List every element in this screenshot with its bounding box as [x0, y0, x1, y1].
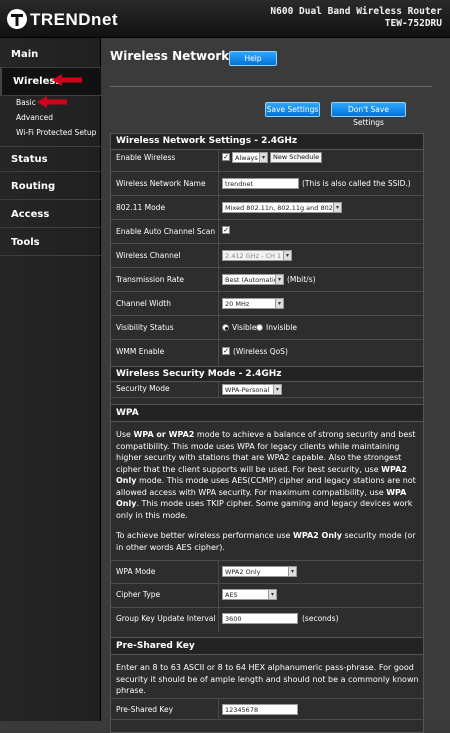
psk-input[interactable]: 12345678	[222, 704, 298, 715]
psk-label: Pre-Shared Key	[116, 705, 174, 714]
rate-unit: (Mbit/s)	[287, 275, 316, 284]
rate-label: Transmission Rate	[116, 275, 185, 284]
row-enable-wireless: Enable Wireless ✓ Always ▾ New Schedule	[111, 150, 423, 172]
row-wireless-channel: Wireless Channel 2.412 GHz - CH 1 ▾	[111, 244, 423, 268]
visibility-label: Visibility Status	[116, 323, 174, 332]
mode-label: 802.11 Mode	[116, 203, 166, 212]
svg-text:TRENDnet: TRENDnet	[30, 10, 118, 29]
product-line-1: N600 Dual Band Wireless Router	[270, 6, 442, 17]
new-schedule-button[interactable]: New Schedule	[270, 152, 323, 163]
80211-mode-select[interactable]: Mixed 802.11n, 802.11g and 802.11b ▾	[222, 202, 342, 213]
chevron-down-icon: ▾	[259, 153, 267, 162]
row-auto-channel: Enable Auto Channel Scan ✓	[111, 220, 423, 244]
row-group-key: Group Key Update Interval 3600 (seconds)	[111, 608, 423, 632]
invisible-radio[interactable]	[256, 324, 263, 331]
sidebar-item-wireless[interactable]: Wireless	[0, 68, 101, 96]
psk-description: Enter an 8 to 63 ASCII or 8 to 64 HEX al…	[116, 663, 419, 695]
settings-panel: Wireless Network Settings - 2.4GHz Enabl…	[110, 133, 424, 733]
row-80211-mode: 802.11 Mode Mixed 802.11n, 802.11g and 8…	[111, 196, 423, 220]
cipher-type-label: Cipher Type	[116, 590, 161, 599]
wpa-mode-select[interactable]: WPA2 Only ▾	[222, 566, 297, 577]
sidebar-item-routing[interactable]: Routing	[0, 174, 101, 200]
network-name-label: Wireless Network Name	[116, 179, 206, 188]
product-model: TEW-752DRU	[384, 18, 442, 29]
sidebar-item-label: Status	[11, 153, 48, 165]
chevron-down-icon: ▾	[275, 299, 283, 308]
schedule-select[interactable]: Always ▾	[232, 152, 268, 163]
chevron-down-icon: ▾	[283, 251, 291, 260]
help-button[interactable]: Help	[229, 51, 277, 66]
save-settings-button[interactable]: Save Settings	[265, 102, 320, 117]
row-security-mode: Security Mode WPA-Personal ▾	[111, 382, 423, 398]
sidebar: Main Wireless Basic Advanced Wi-Fi Prote…	[0, 38, 101, 721]
section-heading-wpa: WPA	[111, 404, 423, 422]
section-heading-psk: Pre-Shared Key	[111, 637, 423, 655]
annotation-arrow-wireless-icon	[52, 74, 82, 86]
group-key-input[interactable]: 3600	[222, 613, 298, 624]
chevron-down-icon: ▾	[268, 590, 276, 599]
wpa-mode-label: WPA Mode	[116, 567, 156, 576]
row-wpa-mode: WPA Mode WPA2 Only ▾	[111, 560, 423, 584]
visible-radio[interactable]	[222, 324, 229, 331]
product-name: N600 Dual Band Wireless Router TEW-752DR…	[270, 6, 442, 30]
sidebar-subitem-wps[interactable]: Wi-Fi Protected Setup	[16, 128, 96, 137]
wpa-description: Use WPA or WPA2 mode to achieve a balanc…	[116, 430, 416, 520]
group-key-label: Group Key Update Interval	[116, 614, 216, 623]
group-key-unit: (seconds)	[302, 614, 339, 623]
wmm-note: (Wireless QoS)	[233, 347, 288, 356]
trendnet-logo: TRENDnet	[7, 9, 118, 29]
auto-channel-label: Enable Auto Channel Scan	[116, 227, 216, 236]
sidebar-item-status[interactable]: Status	[0, 146, 101, 172]
sidebar-item-label: Main	[11, 49, 39, 60]
page-title: Wireless Network	[110, 49, 230, 63]
sidebar-item-main[interactable]: Main	[0, 42, 101, 68]
row-visibility: Visibility Status Visible Invisible	[111, 316, 423, 340]
main-content: Wireless Network Help Save Settings Don'…	[102, 38, 450, 733]
sidebar-subitem-advanced[interactable]: Advanced	[16, 113, 53, 122]
annotation-arrow-basic-icon	[37, 96, 67, 108]
wmm-checkbox[interactable]: ✓	[222, 347, 230, 355]
row-wmm: WMM Enable ✓ (Wireless QoS)	[111, 340, 423, 366]
chevron-down-icon: ▾	[288, 567, 296, 576]
security-mode-label: Security Mode	[116, 384, 170, 393]
chevron-down-icon: ▾	[333, 203, 341, 212]
width-label: Channel Width	[116, 299, 171, 308]
sidebar-item-label: Routing	[11, 181, 56, 192]
wpa-tip: To achieve better wireless performance u…	[116, 531, 416, 552]
sidebar-item-tools[interactable]: Tools	[0, 230, 101, 256]
channel-label: Wireless Channel	[116, 251, 181, 260]
row-psk: Pre-Shared Key 12345678	[111, 698, 423, 720]
sidebar-subitem-basic[interactable]: Basic	[16, 98, 36, 107]
transmission-rate-select[interactable]: Best (Automatic) ▾	[222, 274, 284, 285]
sidebar-item-access[interactable]: Access	[0, 202, 101, 228]
wmm-label: WMM Enable	[116, 347, 165, 356]
network-name-input[interactable]: trendnet	[222, 178, 299, 189]
invisible-label: Invisible	[266, 323, 297, 332]
header: TRENDnet N600 Dual Band Wireless Router …	[0, 0, 450, 38]
section-heading-wireless-settings: Wireless Network Settings - 2.4GHz	[111, 134, 423, 150]
divider	[110, 86, 432, 87]
enable-wireless-checkbox[interactable]: ✓	[222, 153, 230, 161]
row-transmission-rate: Transmission Rate Best (Automatic) ▾ (Mbi…	[111, 268, 423, 292]
section-heading-security-mode: Wireless Security Mode - 2.4GHz	[111, 366, 423, 382]
row-channel-width: Channel Width 20 MHz ▾	[111, 292, 423, 316]
dont-save-settings-button[interactable]: Don't Save Settings	[331, 102, 406, 127]
row-network-name: Wireless Network Name trendnet (This is …	[111, 172, 423, 196]
row-cipher-type: Cipher Type AES ▾	[111, 584, 423, 608]
ssid-note: (This is also called the SSID.)	[302, 179, 411, 188]
sidebar-item-label: Access	[11, 209, 50, 220]
enable-wireless-label: Enable Wireless	[116, 153, 176, 162]
chevron-down-icon: ▾	[273, 385, 281, 394]
cipher-type-select[interactable]: AES ▾	[222, 589, 277, 600]
chevron-down-icon: ▾	[275, 275, 283, 284]
visible-label: Visible	[232, 323, 257, 332]
wireless-channel-select[interactable]: 2.412 GHz - CH 1 ▾	[222, 250, 292, 261]
security-mode-select[interactable]: WPA-Personal ▾	[222, 384, 282, 395]
channel-width-select[interactable]: 20 MHz ▾	[222, 298, 284, 309]
sidebar-item-label: Tools	[11, 237, 40, 248]
auto-channel-checkbox[interactable]: ✓	[222, 226, 230, 234]
